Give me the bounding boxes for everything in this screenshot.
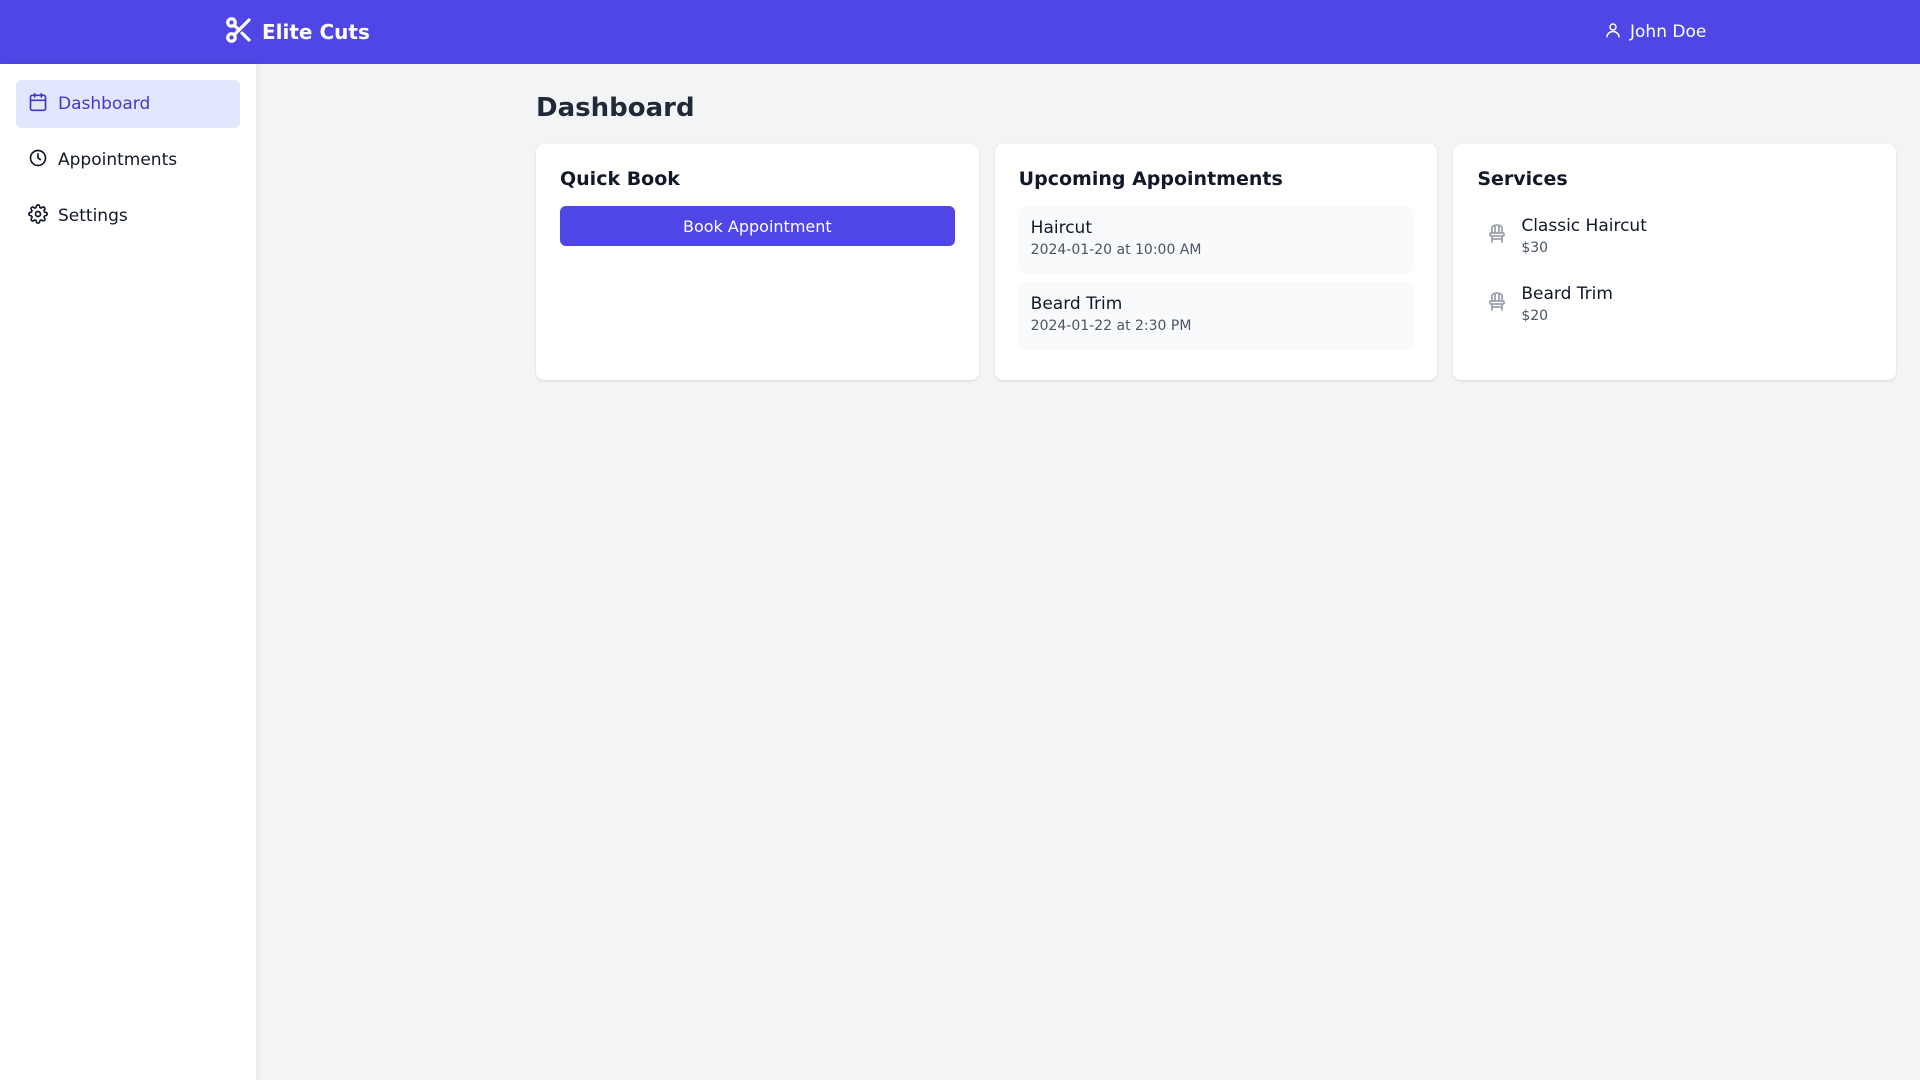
- services-card: Services Classic Haircut $30 Beard Trim …: [1453, 144, 1897, 380]
- sidebar-item-settings[interactable]: Settings: [16, 192, 240, 240]
- appointment-time: 2024-01-20 at 10:00 AM: [1030, 242, 1202, 258]
- main-content: Dashboard Quick Book Book Appointment Up…: [536, 64, 1897, 380]
- quick-book-card: Quick Book Book Appointment: [536, 144, 979, 380]
- user-name: John Doe: [1630, 22, 1707, 42]
- card-title: Services: [1477, 168, 1568, 190]
- service-name: Beard Trim: [1521, 284, 1613, 304]
- calendar-icon: [28, 92, 48, 117]
- upcoming-appointments-card: Upcoming Appointments Haircut 2024-01-20…: [994, 144, 1438, 380]
- appointment-service: Haircut: [1030, 218, 1092, 238]
- gear-icon: [28, 203, 48, 229]
- sidebar: Dashboard Appointments Settings: [0, 64, 256, 1080]
- card-title: Upcoming Appointments: [1018, 168, 1283, 190]
- book-appointment-button[interactable]: Book Appointment: [560, 206, 955, 246]
- page-title: Dashboard: [536, 93, 695, 123]
- service-price: $20: [1521, 308, 1549, 324]
- sidebar-item-appointments[interactable]: Appointments: [16, 136, 240, 184]
- brand-name: Elite Cuts: [262, 20, 370, 44]
- sidebar-item-label: Settings: [58, 206, 128, 226]
- brand[interactable]: Elite Cuts: [224, 16, 370, 48]
- service-item[interactable]: Beard Trim $20: [1477, 274, 1872, 334]
- barber-chair-icon: [1485, 290, 1509, 318]
- service-price: $30: [1521, 240, 1549, 256]
- sidebar-item-label: Appointments: [58, 150, 178, 170]
- sidebar-item-dashboard[interactable]: Dashboard: [16, 80, 240, 128]
- appointment-item[interactable]: Haircut 2024-01-20 at 10:00 AM: [1018, 206, 1414, 274]
- top-header: Elite Cuts John Doe: [0, 0, 1920, 64]
- appointment-item[interactable]: Beard Trim 2024-01-22 at 2:30 PM: [1018, 282, 1414, 350]
- service-item[interactable]: Classic Haircut $30: [1477, 206, 1872, 266]
- service-name: Classic Haircut: [1521, 216, 1647, 236]
- clock-icon: [28, 148, 48, 173]
- barber-chair-icon: [1485, 222, 1509, 250]
- user-menu[interactable]: John Doe: [1604, 18, 1706, 46]
- scissors-icon: [224, 15, 254, 49]
- dashboard-cards: Quick Book Book Appointment Upcoming App…: [536, 144, 1897, 380]
- sidebar-item-label: Dashboard: [58, 94, 151, 114]
- card-title: Quick Book: [560, 168, 680, 190]
- appointment-service: Beard Trim: [1030, 294, 1123, 314]
- user-icon: [1604, 21, 1622, 44]
- appointment-time: 2024-01-22 at 2:30 PM: [1030, 318, 1192, 334]
